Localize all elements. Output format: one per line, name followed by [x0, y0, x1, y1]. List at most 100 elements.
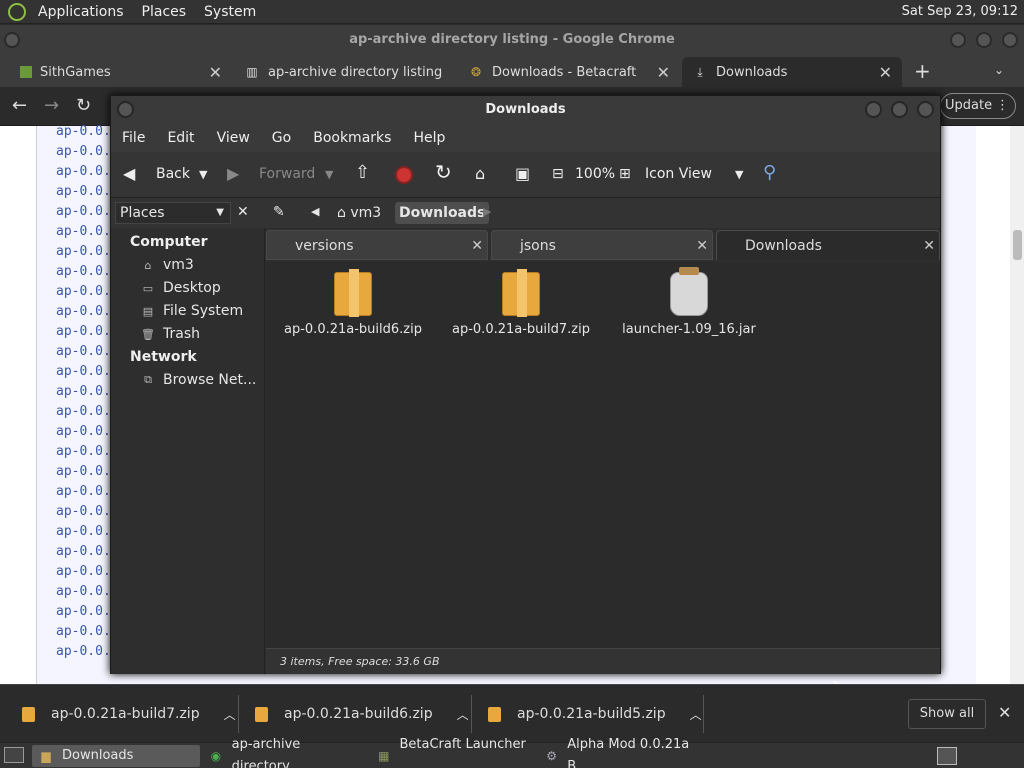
listing-row[interactable]: ap-0.0.	[56, 384, 111, 399]
view-mode-select[interactable]: Icon View	[645, 166, 712, 182]
listing-row[interactable]: ap-0.0.	[56, 504, 111, 519]
home-icon[interactable]: ⌂	[475, 164, 485, 183]
tab-versions[interactable]: versions ✕	[266, 230, 488, 260]
file-item[interactable]: ap-0.0.21a-build6.zip	[278, 269, 428, 337]
close-tab-icon[interactable]: ✕	[657, 63, 670, 82]
download-item[interactable]: ap-0.0.21a-build7.zip ︿	[22, 685, 236, 743]
more-icon[interactable]: ⋮	[996, 94, 1009, 118]
stop-icon[interactable]	[395, 166, 413, 184]
listing-row[interactable]: ap-0.0.	[56, 564, 111, 579]
sidebar-item-desktop[interactable]: ▭ Desktop	[140, 280, 221, 296]
close-sidebar-icon[interactable]: ✕	[237, 204, 249, 220]
menu-help[interactable]: Help	[402, 130, 456, 146]
listing-row[interactable]: ap-0.0.	[56, 124, 111, 139]
chevron-up-icon[interactable]: ︿	[690, 706, 702, 723]
applications-menu[interactable]: Applications	[32, 4, 130, 20]
listing-row[interactable]: ap-0.0.	[56, 604, 111, 619]
tab-downloads[interactable]: ⤓ Downloads ✕	[682, 57, 902, 87]
back-icon[interactable]: ←	[12, 95, 27, 116]
listing-row[interactable]: ap-0.0.	[56, 404, 111, 419]
listing-row[interactable]: ap-0.0.	[56, 624, 111, 639]
reload-icon[interactable]: ↻	[435, 160, 452, 184]
window-menu-icon[interactable]	[117, 101, 134, 118]
minimize-button[interactable]	[865, 101, 882, 118]
menu-edit[interactable]: Edit	[156, 130, 205, 146]
close-window-button[interactable]	[917, 101, 934, 118]
chevron-up-icon[interactable]: ︿	[457, 706, 469, 723]
forward-icon[interactable]: →	[44, 95, 59, 116]
listing-row[interactable]: ap-0.0.	[56, 364, 111, 379]
computer-icon[interactable]: ▣	[515, 164, 530, 183]
close-window-button[interactable]	[1002, 32, 1018, 48]
listing-row[interactable]: ap-0.0.	[56, 224, 111, 239]
menu-go[interactable]: Go	[261, 130, 302, 146]
listing-row[interactable]: ap-0.0.	[56, 524, 111, 539]
listing-row[interactable]: ap-0.0.	[56, 464, 111, 479]
new-tab-icon[interactable]: +	[914, 59, 931, 83]
workspace-switcher-icon[interactable]	[937, 747, 957, 765]
forward-history-chevron-icon[interactable]: ▼	[325, 168, 333, 181]
zoom-in-icon[interactable]: ⊞	[619, 166, 631, 182]
file-item[interactable]: launcher-1.09_16.jar	[614, 267, 764, 337]
listing-row[interactable]: ap-0.0.	[56, 284, 111, 299]
places-menu[interactable]: Places	[136, 4, 193, 20]
tab-betacraft-downloads[interactable]: ❂ Downloads - Betacraft ✕	[458, 57, 680, 87]
forward-arrow-icon[interactable]: ▶	[227, 164, 239, 183]
back-history-chevron-icon[interactable]: ▼	[199, 168, 207, 181]
up-icon[interactable]: ⇧	[355, 162, 370, 183]
sidebar-item-browse-network[interactable]: ⧉ Browse Net...	[140, 372, 256, 388]
menu-view[interactable]: View	[206, 130, 261, 146]
crumb-left-icon[interactable]: ◀	[311, 205, 319, 218]
tab-ap-archive[interactable]: ▥ ap-archive directory listing	[234, 57, 456, 87]
close-tab-icon[interactable]: ✕	[923, 231, 935, 261]
clock[interactable]: Sat Sep 23, 09:12	[902, 4, 1018, 19]
crumb-right-icon[interactable]: ▶	[483, 205, 491, 218]
edit-location-icon[interactable]: ✎	[273, 204, 285, 220]
view-mode-chevron-icon[interactable]: ▼	[735, 168, 743, 181]
taskbar-item-alpha-mod[interactable]: ⚙ Alpha Mod 0.0.21a B...	[538, 737, 708, 768]
crumb-downloads[interactable]: Downloads	[395, 202, 490, 224]
listing-row[interactable]: ap-0.0.	[56, 164, 111, 179]
listing-row[interactable]: ap-0.0.	[56, 644, 111, 659]
menu-bookmarks[interactable]: Bookmarks	[302, 130, 402, 146]
reload-icon[interactable]: ↻	[76, 95, 91, 116]
back-arrow-icon[interactable]: ◀	[123, 164, 135, 183]
forward-button[interactable]: Forward	[259, 166, 315, 182]
taskbar-item-betacraft[interactable]: ▦ BetaCraft Launcher ...	[370, 737, 538, 768]
tab-downloads[interactable]: Downloads ✕	[716, 230, 940, 260]
listing-row[interactable]: ap-0.0.	[56, 444, 111, 459]
sidebar-mode-select[interactable]: Places ▼	[115, 202, 231, 224]
close-tab-icon[interactable]: ✕	[471, 231, 483, 261]
distro-logo-icon[interactable]	[8, 2, 26, 21]
show-desktop-icon[interactable]	[4, 747, 24, 763]
close-tab-icon[interactable]: ✕	[879, 63, 892, 82]
listing-row[interactable]: ap-0.0.	[56, 264, 111, 279]
tab-sithgames[interactable]: SithGames ✕	[10, 57, 232, 87]
update-button[interactable]: Update ⋮	[940, 93, 1016, 119]
listing-row[interactable]: ap-0.0.	[56, 584, 111, 599]
taskbar-item-downloads[interactable]: ▆ Downloads	[32, 745, 200, 767]
listing-row[interactable]: ap-0.0.	[56, 344, 111, 359]
listing-row[interactable]: ap-0.0.	[56, 424, 111, 439]
tab-jsons[interactable]: jsons ✕	[491, 230, 713, 260]
minimize-button[interactable]	[950, 32, 966, 48]
maximize-button[interactable]	[891, 101, 908, 118]
listing-row[interactable]: ap-0.0.	[56, 484, 111, 499]
taskbar-item-chrome[interactable]: ◉ ap-archive directory...	[202, 737, 370, 768]
close-tab-icon[interactable]: ✕	[696, 231, 708, 261]
back-button[interactable]: Back	[156, 166, 190, 182]
listing-row[interactable]: ap-0.0.	[56, 184, 111, 199]
listing-row[interactable]: ap-0.0.	[56, 244, 111, 259]
system-menu[interactable]: System	[198, 4, 262, 20]
tab-search-icon[interactable]: ⌄	[994, 63, 1004, 77]
listing-row[interactable]: ap-0.0.	[56, 204, 111, 219]
search-icon[interactable]: ⚲	[763, 162, 776, 183]
file-icon-view[interactable]: ap-0.0.21a-build6.zip ap-0.0.21a-build7.…	[266, 262, 940, 697]
listing-row[interactable]: ap-0.0.	[56, 544, 111, 559]
sidebar-item-file-system[interactable]: ▤ File System	[140, 303, 243, 319]
show-all-button[interactable]: Show all	[908, 699, 986, 729]
page-scrollbar[interactable]	[1010, 126, 1024, 684]
zoom-out-icon[interactable]: ⊟	[552, 166, 564, 182]
sidebar-item-trash[interactable]: 🗑 Trash	[140, 326, 200, 342]
sidebar-item-vm3[interactable]: ⌂ vm3	[140, 257, 194, 273]
